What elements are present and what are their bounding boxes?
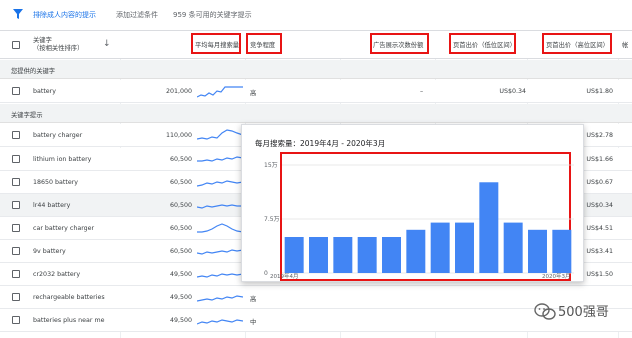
- x-tick-label: 2019年4月: [270, 272, 299, 280]
- keyword-cell: lr44 battery: [33, 202, 71, 209]
- keyword-cell: battery: [33, 88, 56, 95]
- trend-sparkline[interactable]: [197, 289, 243, 305]
- account-status-header[interactable]: 帐: [622, 40, 628, 49]
- keyword-cell: cr2032 battery: [33, 271, 81, 278]
- volume-cell: 110,000: [165, 132, 192, 139]
- row-checkbox[interactable]: [12, 201, 20, 209]
- bid-high-cell: US$1.66: [586, 156, 613, 163]
- x-tick-label: 2020年3月: [542, 272, 571, 280]
- volume-cell: 60,500: [169, 202, 192, 209]
- trend-sparkline[interactable]: [197, 266, 243, 282]
- chart-bar[interactable]: [503, 222, 523, 273]
- chart-bar[interactable]: [430, 222, 450, 273]
- trend-sparkline[interactable]: [197, 312, 243, 328]
- y-tick-label: 0: [264, 270, 268, 277]
- keyword-cell: 18650 battery: [33, 179, 79, 186]
- keyword-header-sublabel: （按相关性排序）: [33, 45, 84, 52]
- chart-bar[interactable]: [455, 222, 474, 273]
- monthly-volume-popup: 每月搜索量：2019年4月 - 2020年3月 15万 7.5万 0 2019年4月 2…: [241, 124, 584, 282]
- bid-high-cell: US$1.50: [586, 271, 613, 278]
- chart-bar[interactable]: [284, 237, 304, 273]
- trend-sparkline[interactable]: [197, 174, 243, 190]
- filter-toolbar: 排除成人内容的提示 添加过滤条件 959 条可用的关键字提示: [0, 0, 632, 30]
- chart-bar[interactable]: [357, 237, 377, 273]
- keyword-header-label: 关键字: [33, 37, 52, 44]
- chart-bar[interactable]: [382, 237, 401, 273]
- chart-bar[interactable]: [309, 237, 328, 273]
- keyword-cell: rechargeable batteries: [33, 294, 105, 301]
- section-provided-keywords: 您提供的关键字: [0, 60, 632, 79]
- watermark-text: 500强哥: [558, 305, 609, 320]
- section-keyword-ideas: 关键字提示: [0, 104, 632, 123]
- trend-sparkline[interactable]: [197, 83, 243, 99]
- bid-high-highlight: [542, 33, 612, 54]
- keyword-cell: batteries plus near me: [33, 317, 105, 324]
- row-checkbox[interactable]: [12, 293, 20, 301]
- volume-cell: 201,000: [165, 88, 192, 95]
- competition-cell: 高: [250, 296, 257, 303]
- exclude-adult-chip[interactable]: 排除成人内容的提示: [33, 10, 96, 20]
- keyword-cell: lithium ion battery: [33, 156, 92, 163]
- watermark: 500强哥: [532, 297, 630, 327]
- row-checkbox[interactable]: [12, 316, 20, 324]
- y-tick-label: 7.5万: [264, 216, 280, 223]
- volume-cell: 60,500: [169, 179, 192, 186]
- row-checkbox[interactable]: [12, 87, 20, 95]
- keyword-cell: battery charger: [33, 132, 83, 139]
- trend-sparkline[interactable]: [197, 220, 243, 236]
- filter-icon[interactable]: [12, 8, 24, 20]
- add-filter-link[interactable]: 添加过滤条件: [116, 10, 158, 20]
- bid-low-cell: US$0.34: [499, 88, 526, 95]
- chart-bar[interactable]: [479, 182, 499, 273]
- bid-low-highlight: [449, 33, 516, 54]
- avg-monthly-highlight: [191, 33, 241, 54]
- row-checkbox[interactable]: [12, 131, 20, 139]
- bid-high-cell: US$0.67: [586, 179, 613, 186]
- competition-highlight: [246, 33, 282, 54]
- trend-sparkline[interactable]: [197, 151, 243, 167]
- keyword-cell: 9v battery: [33, 248, 66, 255]
- wechat-icon: [534, 303, 556, 320]
- chart-bar[interactable]: [528, 229, 547, 273]
- impression-share-highlight: [370, 33, 429, 54]
- competition-cell: 中: [250, 319, 257, 326]
- keyword-column-header[interactable]: 关键字 （按相关性排序）: [33, 37, 83, 53]
- competition-cell: 高: [250, 90, 257, 97]
- section-label: 您提供的关键字: [11, 68, 56, 75]
- chart-bar[interactable]: [406, 229, 426, 273]
- row-checkbox[interactable]: [12, 178, 20, 186]
- volume-cell: 60,500: [169, 248, 192, 255]
- chart-bar[interactable]: [552, 229, 572, 273]
- row-checkbox[interactable]: [12, 224, 20, 232]
- row-checkbox[interactable]: [12, 155, 20, 163]
- impression-share-cell: –: [420, 88, 424, 95]
- y-tick-label: 15万: [264, 162, 278, 169]
- keyword-count-text: 959 条可用的关键字提示: [173, 11, 252, 19]
- sort-arrow-icon[interactable]: ↓: [103, 39, 111, 49]
- trend-sparkline[interactable]: [197, 127, 243, 143]
- table-row[interactable]: battery 201,000 高 – US$0.34 US$1.80: [0, 80, 632, 103]
- bid-high-cell: US$2.78: [586, 132, 613, 139]
- bid-high-cell: US$4.51: [586, 225, 613, 232]
- bid-high-cell: US$1.80: [586, 88, 613, 95]
- section-label: 关键字提示: [11, 112, 43, 119]
- bid-high-cell: US$0.34: [586, 202, 613, 209]
- volume-cell: 49,500: [169, 317, 192, 324]
- keyword-cell: car battery charger: [33, 225, 95, 232]
- monthly-volume-chart: 15万 7.5万 0 2019年4月 2020年3月: [264, 162, 574, 280]
- volume-cell: 49,500: [169, 294, 192, 301]
- select-all-checkbox[interactable]: [12, 41, 20, 49]
- trend-sparkline[interactable]: [197, 197, 243, 213]
- chart-bar[interactable]: [333, 237, 353, 273]
- volume-cell: 49,500: [169, 271, 192, 278]
- trend-sparkline[interactable]: [197, 243, 243, 259]
- row-checkbox[interactable]: [12, 270, 20, 278]
- bid-high-cell: US$3.41: [586, 248, 613, 255]
- table-header: 关键字 （按相关性排序） ↓ 平均每月搜索量 竞争程度 广告展示次数份额 页首出…: [0, 30, 632, 59]
- volume-cell: 60,500: [169, 156, 192, 163]
- volume-cell: 60,500: [169, 225, 192, 232]
- row-checkbox[interactable]: [12, 247, 20, 255]
